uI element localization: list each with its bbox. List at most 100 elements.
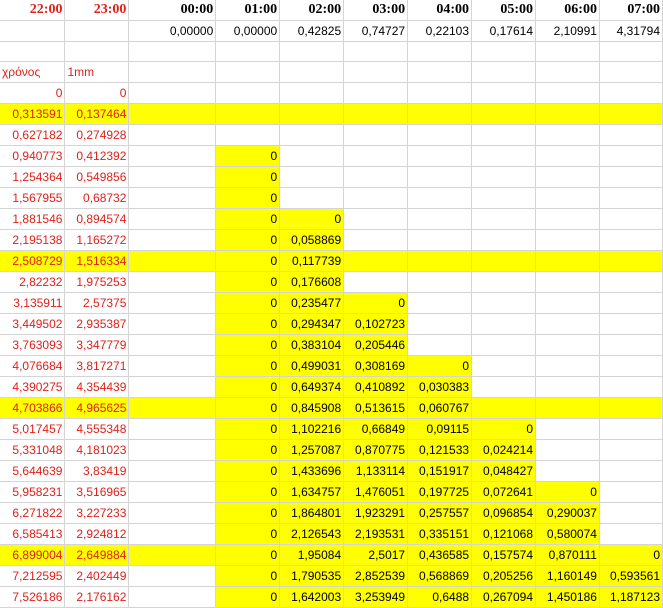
data-cell[interactable] [535,397,600,419]
data-cell[interactable]: 0 [215,418,281,440]
data-cell[interactable]: 2,193531 [343,523,409,545]
data-cell[interactable] [599,103,663,125]
data-cell[interactable] [128,460,217,482]
data-cell[interactable] [471,376,536,398]
empty-cell[interactable] [407,41,473,62]
data-cell[interactable]: 7,526186 [0,586,66,608]
data-cell[interactable] [343,208,409,230]
data-cell[interactable] [535,145,600,167]
data-cell[interactable] [407,187,473,209]
data-cell[interactable] [471,250,536,272]
data-cell[interactable]: 4,354439 [64,376,130,398]
empty-cell[interactable] [64,41,130,62]
data-cell[interactable] [535,292,600,314]
data-cell[interactable]: 1,433696 [279,460,345,482]
data-cell[interactable] [343,187,409,209]
data-cell[interactable]: 0,030383 [407,376,473,398]
data-cell[interactable] [471,187,536,209]
data-cell[interactable]: 3,449502 [0,313,66,335]
data-cell[interactable] [279,103,345,125]
empty-cell[interactable] [215,61,281,83]
data-cell[interactable]: 0 [215,313,281,335]
header-hour-cell[interactable]: 03:00 [343,0,409,21]
data-cell[interactable] [128,103,217,125]
data-cell[interactable]: 2,402449 [64,565,130,587]
data-cell[interactable]: 2,924812 [64,523,130,545]
data-cell[interactable] [407,271,473,293]
data-cell[interactable] [343,124,409,146]
empty-cell[interactable] [343,82,409,104]
data-cell[interactable] [128,355,217,377]
data-cell[interactable]: 2,852539 [343,565,409,587]
data-cell[interactable]: 0 [215,187,281,209]
data-cell[interactable]: 1,864801 [279,502,345,524]
empty-cell[interactable] [599,82,663,104]
data-cell[interactable] [407,145,473,167]
column-label-cell[interactable]: χρόνος [0,61,66,83]
data-cell[interactable]: 0 [215,397,281,419]
data-cell[interactable]: 0,274928 [64,124,130,146]
data-cell[interactable]: 0 [215,460,281,482]
data-cell[interactable]: 7,212595 [0,565,66,587]
data-cell[interactable]: 1,187123 [599,586,663,608]
data-cell[interactable]: 4,390275 [0,376,66,398]
data-cell[interactable]: 0 [215,271,281,293]
data-cell[interactable] [599,271,663,293]
empty-cell[interactable] [279,41,345,62]
data-cell[interactable]: 1,254364 [0,166,66,188]
empty-cell[interactable] [535,82,600,104]
data-cell[interactable]: 0,627182 [0,124,66,146]
data-cell[interactable]: 0 [279,208,345,230]
data-cell[interactable] [599,166,663,188]
data-cell[interactable] [128,397,217,419]
data-cell[interactable]: 0,121533 [407,439,473,461]
header-value-cell[interactable]: 0,22103 [407,20,473,42]
data-cell[interactable]: 0,568869 [407,565,473,587]
data-cell[interactable]: 0,117739 [279,250,345,272]
header-hour-cell[interactable]: 01:00 [215,0,281,21]
data-cell[interactable]: 0,335151 [407,523,473,545]
data-cell[interactable] [599,187,663,209]
data-cell[interactable] [343,271,409,293]
header-hour-cell[interactable]: 05:00 [471,0,536,21]
data-cell[interactable]: 0,151917 [407,460,473,482]
data-cell[interactable] [471,271,536,293]
data-cell[interactable] [407,166,473,188]
data-cell[interactable]: 0,6488 [407,586,473,608]
data-cell[interactable]: 0,024214 [471,439,536,461]
data-cell[interactable] [128,145,217,167]
data-cell[interactable]: 2,649884 [64,544,130,566]
header-hour-cell[interactable]: 07:00 [599,0,663,21]
data-cell[interactable]: 0,197725 [407,481,473,503]
data-cell[interactable]: 2,82232 [0,271,66,293]
data-cell[interactable] [535,376,600,398]
data-cell[interactable]: 1,476051 [343,481,409,503]
data-cell[interactable]: 1,923291 [343,502,409,524]
data-cell[interactable] [407,313,473,335]
data-cell[interactable]: 0,137464 [64,103,130,125]
empty-cell[interactable] [471,41,536,62]
data-cell[interactable]: 0,549856 [64,166,130,188]
empty-cell[interactable] [0,41,66,62]
data-cell[interactable]: 1,160149 [535,565,600,587]
data-cell[interactable] [128,586,217,608]
data-cell[interactable]: 1,634757 [279,481,345,503]
data-cell[interactable] [279,124,345,146]
data-cell[interactable]: 6,585413 [0,523,66,545]
data-cell[interactable] [128,418,217,440]
data-cell[interactable] [279,187,345,209]
data-cell[interactable]: 0,940773 [0,145,66,167]
data-cell[interactable] [343,103,409,125]
data-cell[interactable]: 0,580074 [535,523,600,545]
data-cell[interactable] [599,229,663,251]
data-cell[interactable] [599,292,663,314]
data-cell[interactable] [535,439,600,461]
empty-cell[interactable] [471,61,536,83]
empty-cell[interactable] [279,61,345,83]
data-cell[interactable]: 5,958231 [0,481,66,503]
data-cell[interactable]: 6,899004 [0,544,66,566]
data-cell[interactable] [599,124,663,146]
data-cell[interactable] [535,460,600,482]
data-cell[interactable] [535,103,600,125]
data-cell[interactable]: 0,267094 [471,586,536,608]
